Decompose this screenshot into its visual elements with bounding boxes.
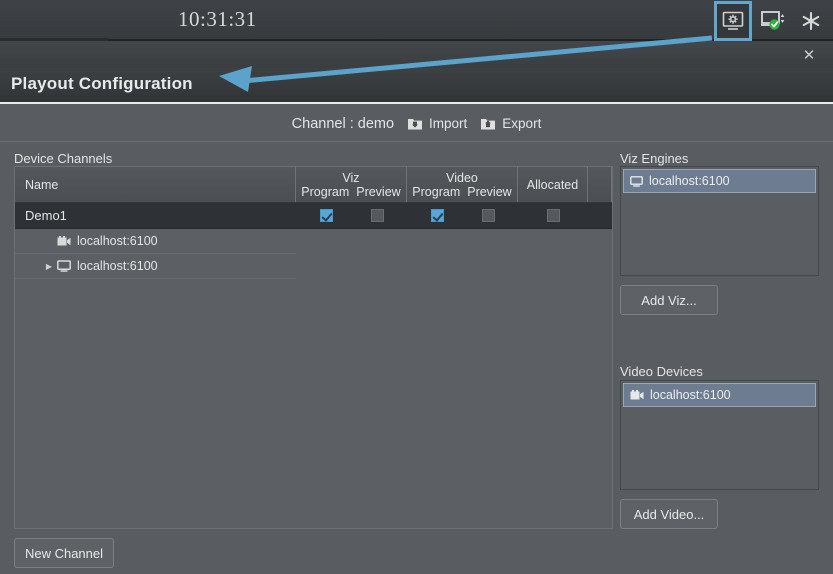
export-folder-icon <box>480 116 496 131</box>
monitor-icon <box>57 260 71 272</box>
tree-child-row[interactable]: ▶ localhost:6100 <box>15 254 296 279</box>
viz-engines-group-label: Viz Engines <box>620 151 688 166</box>
column-header-viz-preview: Preview <box>356 185 400 199</box>
video-camera-icon <box>630 390 644 401</box>
checkbox-viz-program[interactable] <box>320 209 333 222</box>
tree-child-label: localhost:6100 <box>77 259 158 273</box>
settings-gear-icon-button[interactable] <box>797 7 825 35</box>
device-channels-group-label: Device Channels <box>14 151 112 166</box>
export-label: Export <box>502 116 541 131</box>
column-header-viz-program: Program <box>301 185 349 199</box>
table-row[interactable]: Demo1 <box>15 203 612 229</box>
video-devices-group-label: Video Devices <box>620 364 703 379</box>
import-label: Import <box>429 116 467 131</box>
column-header-name[interactable]: Name <box>15 167 296 202</box>
table-body: Demo1 <box>15 203 612 528</box>
column-header-video-preview: Preview <box>467 185 511 199</box>
import-button[interactable]: Import <box>407 116 467 131</box>
new-channel-button[interactable]: New Channel <box>14 538 114 568</box>
table-row-name: Demo1 <box>15 208 296 223</box>
gear-icon <box>801 11 821 31</box>
monitor-check-icon <box>760 10 786 32</box>
dialog-titlebar <box>0 41 833 68</box>
video-camera-icon <box>57 236 71 247</box>
column-header-video-title: Video <box>446 171 478 185</box>
playout-configuration-title: Playout Configuration <box>11 74 193 94</box>
checkbox-allocated[interactable] <box>547 209 560 222</box>
video-devices-list[interactable]: localhost:6100 <box>620 380 819 490</box>
viz-engine-list-item[interactable]: localhost:6100 <box>623 169 816 193</box>
column-header-video[interactable]: Video Program Preview <box>407 167 518 202</box>
column-header-viz-title: Viz <box>342 171 359 185</box>
column-header-video-program: Program <box>412 185 460 199</box>
add-viz-button[interactable]: Add Viz... <box>620 285 718 315</box>
video-device-list-item[interactable]: localhost:6100 <box>623 383 816 407</box>
monitor-status-icon-button[interactable] <box>759 7 787 35</box>
export-button[interactable]: Export <box>480 116 541 131</box>
chevron-right-icon[interactable]: ▶ <box>41 262 57 271</box>
clock-display: 10:31:31 <box>178 7 257 32</box>
app-window: 10:31:31 <box>0 0 833 574</box>
viz-engine-label: localhost:6100 <box>649 174 730 188</box>
close-icon[interactable]: ✕ <box>795 41 823 68</box>
monitor-icon <box>630 176 643 187</box>
topbar-icon-group <box>717 0 825 41</box>
tree-child-label: localhost:6100 <box>77 234 158 248</box>
import-folder-icon <box>407 116 423 131</box>
video-device-label: localhost:6100 <box>650 388 731 402</box>
add-video-button[interactable]: Add Video... <box>620 499 718 529</box>
channel-label: Channel : demo <box>292 116 394 132</box>
checkbox-video-preview[interactable] <box>482 209 495 222</box>
tree-child-row[interactable]: localhost:6100 <box>15 229 296 254</box>
monitor-gear-icon <box>722 11 744 31</box>
device-channels-table: Name Viz Program Preview Video Program P… <box>14 166 613 529</box>
channel-toolbar: Channel : demo Import <box>0 106 833 142</box>
checkbox-video-program[interactable] <box>431 209 444 222</box>
checkbox-viz-preview[interactable] <box>371 209 384 222</box>
column-header-spacer <box>588 167 612 202</box>
table-header-row: Name Viz Program Preview Video Program P… <box>15 167 612 203</box>
application-topbar <box>0 0 833 41</box>
viz-engines-list[interactable]: localhost:6100 <box>620 166 819 276</box>
dialog-body: Channel : demo Import <box>0 106 833 574</box>
monitor-gear-icon-button[interactable] <box>717 4 749 38</box>
column-header-allocated[interactable]: Allocated <box>518 167 588 202</box>
column-header-viz[interactable]: Viz Program Preview <box>296 167 407 202</box>
